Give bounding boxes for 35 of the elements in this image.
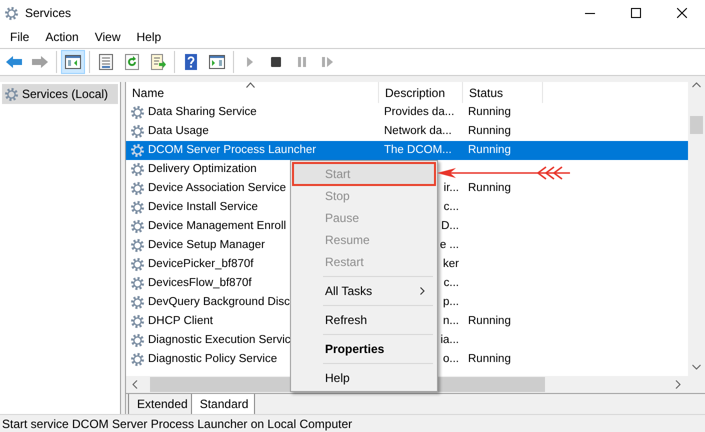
service-description: ia...: [440, 332, 459, 348]
service-description: D...: [441, 218, 459, 234]
service-status: Running: [468, 124, 511, 139]
service-name: Data Sharing Service: [148, 104, 257, 120]
service-description: c...: [444, 200, 459, 215]
service-name: Delivery Optimization: [148, 162, 257, 177]
service-status: Running: [468, 180, 511, 196]
service-description: p...: [443, 294, 459, 310]
service-name: Device Management Enroll: [148, 218, 286, 234]
service-description: n...: [443, 314, 459, 329]
service-description: Provides da...: [384, 104, 454, 120]
service-status: Running: [468, 142, 511, 158]
service-name: Device Association Service: [148, 180, 286, 196]
service-name: DevicePicker_bf870f: [148, 256, 254, 272]
service-description: o...: [443, 352, 459, 367]
service-status: Running: [468, 352, 511, 367]
service-name: Data Usage: [148, 124, 209, 139]
service-description: ir...: [444, 180, 459, 196]
service-name: Diagnostic Execution Servic: [148, 332, 291, 348]
service-name: DCOM Server Process Launcher: [148, 142, 316, 158]
service-name: Device Install Service: [148, 200, 258, 215]
service-status: Running: [468, 104, 511, 120]
service-name: DevQuery Background Disc: [148, 294, 290, 310]
service-status: Running: [468, 314, 511, 329]
status-bar-text: Start service DCOM Server Process Launcher on Local Computer: [0, 414, 705, 432]
service-name: DevicesFlow_bf870f: [148, 276, 252, 291]
service-description: Network da...: [384, 124, 452, 139]
service-description: e ...: [440, 238, 459, 253]
window-title: Services: [25, 5, 72, 22]
service-name: Device Setup Manager: [148, 238, 265, 253]
service-name: DHCP Client: [148, 314, 213, 329]
service-description: ker: [443, 256, 459, 272]
service-description: The DCOM...: [384, 142, 452, 158]
service-name: Diagnostic Policy Service: [148, 352, 278, 367]
service-description: c...: [444, 276, 459, 291]
